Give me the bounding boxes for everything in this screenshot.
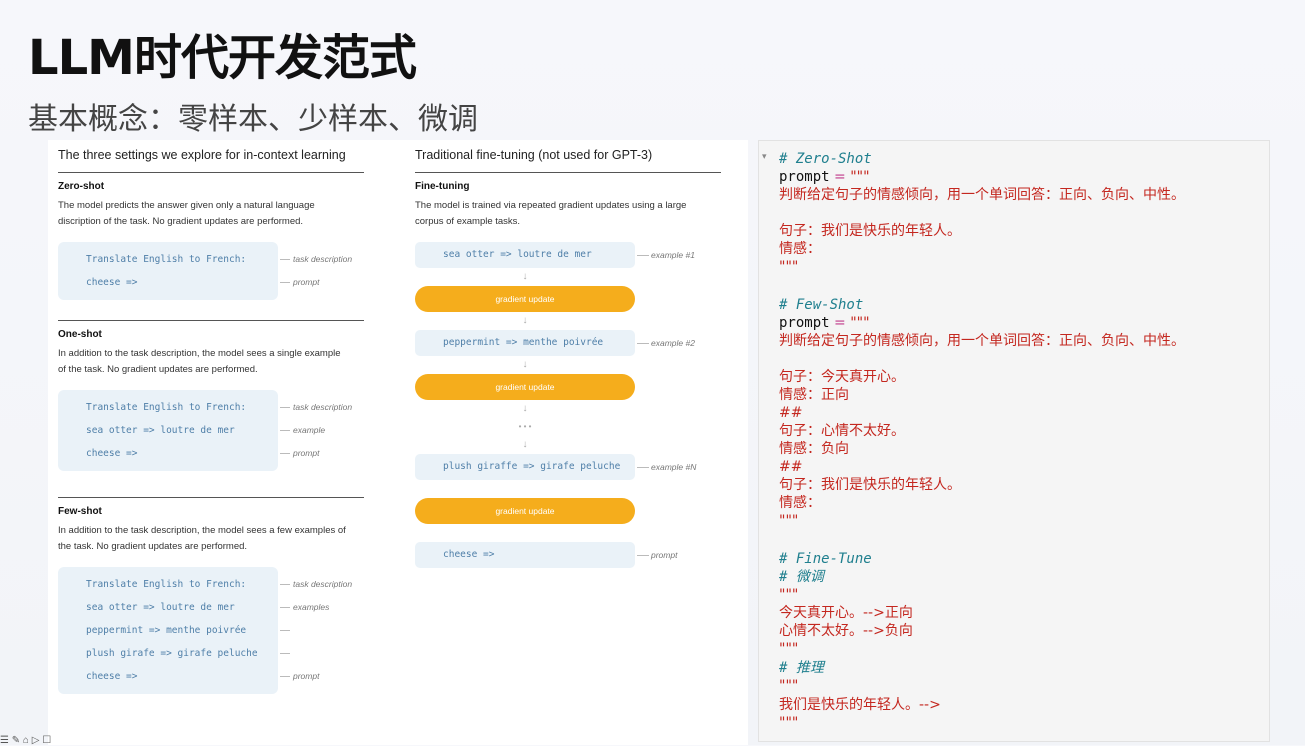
zero-shot-desc: The model predicts the answer given only… bbox=[58, 200, 315, 227]
code-line-quote: """ bbox=[779, 641, 799, 657]
example-line: cheese => prompt bbox=[58, 665, 319, 688]
example-tag: task description bbox=[293, 254, 353, 264]
example-tag: prompt bbox=[293, 277, 320, 287]
down-arrow-icon: ↓ bbox=[522, 403, 528, 414]
code-line-quote: """ bbox=[779, 587, 799, 603]
comment-inference: # 推理 bbox=[779, 660, 824, 676]
example-line: peppermint => menthe poivrée bbox=[58, 619, 290, 642]
example-tag: example #2 bbox=[651, 338, 695, 348]
example-line: Translate English to French: task descrip… bbox=[58, 573, 352, 596]
gradient-update-pill: gradient update bbox=[415, 498, 635, 524]
one-shot-title: One-shot bbox=[58, 329, 102, 340]
down-arrow-icon: ↓ bbox=[522, 271, 528, 282]
example-tag: task description bbox=[293, 579, 353, 589]
slide-title: LLM时代开发范式 bbox=[28, 30, 417, 86]
ellipsis-dots: • • • bbox=[518, 422, 532, 431]
divider bbox=[58, 320, 364, 321]
fine-tuning-prompt: cheese => prompt bbox=[415, 542, 677, 568]
gpt3-figure: The three settings we explore for in-con… bbox=[48, 140, 748, 745]
slide-subtitle: 基本概念：零样本、少样本、微调 bbox=[28, 102, 478, 137]
one-shot-desc: In addition to the task description, the… bbox=[58, 348, 341, 375]
code-line-instruction: 判断给定句子的情感倾向，用一个单词回答：正向、负向、中性。 bbox=[779, 187, 1185, 203]
code-line-ft-example: 心情不太好。-->负向 bbox=[779, 623, 913, 639]
few-shot-title: Few-shot bbox=[58, 506, 102, 517]
code-line-emotion: 情感：负向 bbox=[779, 441, 849, 457]
code-line-sentence: 句子：我们是快乐的年轻人。 bbox=[779, 477, 961, 493]
bottom-toolbar[interactable]: ☰ ✎ ⌂ ▷ ☐ bbox=[0, 735, 51, 746]
few-shot-section: Few-shot In addition to the task descrip… bbox=[58, 506, 364, 694]
code-editor[interactable]: ▾ # Zero-Shot prompt = """ 判断给定句子的情感倾向，用… bbox=[758, 140, 1270, 742]
code-line-sentence: 句子：今天真开心。 bbox=[779, 369, 905, 385]
down-arrow-icon: ↓ bbox=[522, 315, 528, 326]
code-line-quote: """ bbox=[779, 513, 799, 529]
one-shot-section: One-shot In addition to the task descrip… bbox=[58, 329, 364, 471]
zero-shot-example-box: Translate English to French: task descrip… bbox=[58, 242, 352, 300]
down-arrow-icon: ↓ bbox=[522, 439, 528, 450]
comment-few-shot: # Few-Shot bbox=[779, 297, 864, 313]
fine-tuning-column: Traditional fine-tuning (not used for GP… bbox=[415, 140, 721, 568]
example-line: cheese => prompt bbox=[58, 442, 319, 465]
example-line: cheese => prompt bbox=[58, 271, 319, 294]
zero-shot-title: Zero-shot bbox=[58, 181, 105, 192]
comment-fine-tune: # Fine-Tune bbox=[779, 551, 872, 567]
fine-tuning-example-n: plush giraffe => girafe peluche example #… bbox=[415, 454, 696, 480]
example-line: plush girafe => girafe peluche bbox=[58, 642, 290, 665]
code-line-emotion: 情感： bbox=[779, 241, 821, 257]
example-tag: examples bbox=[293, 602, 330, 612]
example-tag: example #1 bbox=[651, 250, 695, 260]
down-arrow-icon: ↓ bbox=[522, 359, 528, 370]
code-line-sentence: 句子：我们是快乐的年轻人。 bbox=[779, 223, 961, 239]
example-line: sea otter => loutre de mer example bbox=[58, 419, 325, 442]
code-line-sentence: 句子：心情不太好。 bbox=[779, 423, 905, 439]
code-line-separator: ## bbox=[779, 459, 803, 475]
gradient-update-pill: gradient update bbox=[415, 374, 635, 400]
code-line-prompt: prompt = """ bbox=[779, 169, 870, 185]
example-tag: task description bbox=[293, 402, 353, 412]
in-context-column: The three settings we explore for in-con… bbox=[58, 140, 364, 694]
fine-tuning-example-1: sea otter => loutre de mer example #1 bbox=[415, 242, 695, 268]
in-context-header: The three settings we explore for in-con… bbox=[58, 140, 364, 173]
comment-fine-tune-cn: # 微调 bbox=[779, 569, 824, 585]
code-line-inference: 我们是快乐的年轻人。--> bbox=[779, 697, 941, 713]
comment-zero-shot: # Zero-Shot bbox=[779, 151, 872, 167]
code-line-quote: """ bbox=[779, 715, 799, 731]
example-tag: prompt bbox=[293, 448, 320, 458]
zero-shot-section: Zero-shot The model predicts the answer … bbox=[58, 181, 364, 300]
example-tag: example bbox=[293, 425, 326, 435]
example-line: Translate English to French: task descrip… bbox=[58, 248, 352, 271]
code-line-ft-example: 今天真开心。-->正向 bbox=[779, 605, 913, 621]
fine-tuning-example-2: peppermint => menthe poivrée example #2 bbox=[415, 330, 695, 356]
fine-tuning-header: Traditional fine-tuning (not used for GP… bbox=[415, 140, 721, 173]
code-line-emotion: 情感：正向 bbox=[779, 387, 849, 403]
fine-tuning-desc: The model is trained via repeated gradie… bbox=[415, 200, 687, 227]
fold-arrow-icon[interactable]: ▾ bbox=[762, 151, 767, 162]
code-line-prompt: prompt = """ bbox=[779, 315, 870, 331]
few-shot-desc: In addition to the task description, the… bbox=[58, 525, 346, 552]
code-line-separator: ## bbox=[779, 405, 803, 421]
fine-tuning-title: Fine-tuning bbox=[415, 181, 470, 192]
divider bbox=[58, 497, 364, 498]
code-line-quote: """ bbox=[779, 259, 799, 275]
code-line-instruction: 判断给定句子的情感倾向，用一个单词回答：正向、负向、中性。 bbox=[779, 333, 1185, 349]
code-line-emotion: 情感： bbox=[779, 495, 821, 511]
example-line: Translate English to French: task descrip… bbox=[58, 396, 352, 419]
example-tag: prompt bbox=[293, 671, 320, 681]
example-tag: example #N bbox=[651, 462, 697, 472]
example-line: sea otter => loutre de mer examples bbox=[58, 596, 329, 619]
code-line-quote: """ bbox=[779, 678, 799, 694]
prompt-tag: prompt bbox=[651, 550, 678, 560]
few-shot-example-box: Translate English to French: task descrip… bbox=[58, 567, 352, 694]
one-shot-example-box: Translate English to French: task descrip… bbox=[58, 390, 352, 471]
gradient-update-pill: gradient update bbox=[415, 286, 635, 312]
